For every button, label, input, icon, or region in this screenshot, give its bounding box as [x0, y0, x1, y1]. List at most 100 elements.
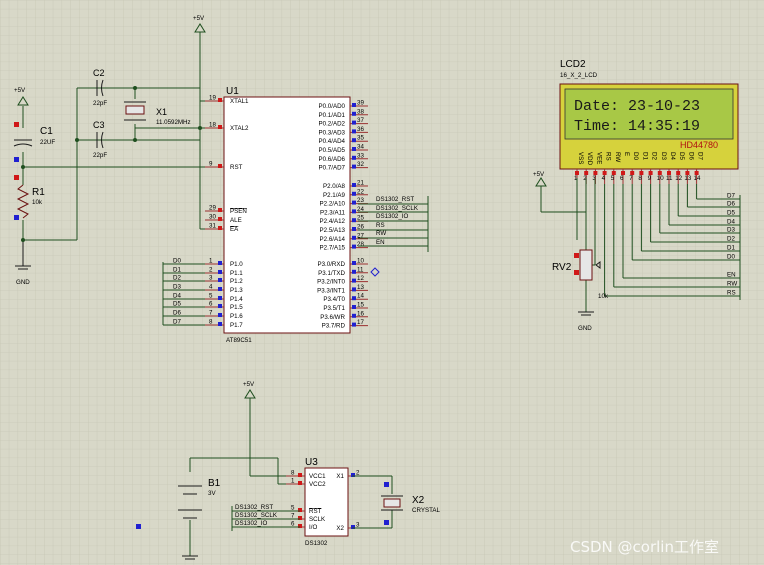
- lcd-pin-number: 7: [629, 175, 633, 182]
- u1-pin-marker: [352, 183, 356, 187]
- u1-pin-number: 2: [209, 267, 213, 274]
- u1-pin-number: 10: [357, 258, 364, 265]
- u1-pin-marker: [218, 287, 222, 291]
- lcd-pin-name: VDD: [586, 152, 593, 166]
- u1-pin-number: 36: [357, 126, 364, 133]
- net-en: EN: [376, 239, 385, 246]
- u3-net-sclk: DS1302_SCLK: [235, 512, 278, 519]
- u1-pin-name: P0.6/AD6: [319, 156, 346, 163]
- lcd-pin-marker: [676, 171, 681, 175]
- p1-net-label: D4: [173, 293, 181, 300]
- u1-pin-marker: [218, 125, 222, 129]
- lcd-pin-number: 11: [666, 175, 673, 182]
- u1-pin-number: 23: [357, 197, 364, 204]
- lcd-pin-name: RS: [605, 152, 612, 161]
- lcd-pin-marker: [694, 171, 699, 175]
- lcd-pin-number: 12: [675, 175, 682, 182]
- junction-x1-top: [133, 86, 137, 90]
- u3-pin-number: 6: [291, 521, 295, 528]
- lcd-pin-marker: [667, 171, 671, 175]
- lcd-pin-name: D2: [651, 152, 658, 160]
- u1-pin-number: 7: [209, 310, 213, 317]
- u3-pin-name: X2: [336, 525, 344, 532]
- u1-pin-name: P1.5: [230, 304, 243, 311]
- net-ds1302-io: DS1302_IO: [376, 213, 409, 220]
- u1-pin-name: P3.2/INT0: [317, 279, 345, 286]
- u1-pin-number: 3: [209, 275, 213, 282]
- u3-pin-number: 2: [356, 470, 360, 477]
- c1-value: 22UF: [40, 139, 55, 146]
- c3-value: 22pF: [93, 152, 107, 159]
- lcd-pin-marker: [584, 171, 589, 175]
- u1-pin-number: 1: [209, 258, 213, 265]
- lcd-pin-marker: [648, 171, 653, 175]
- u3-pin-number: 1: [291, 478, 295, 485]
- lcd-pin-marker: [593, 171, 598, 175]
- u1-pin-marker: [352, 313, 356, 318]
- u1-pin-marker: [352, 269, 356, 274]
- u1-pin-name: P2.1/A9: [323, 192, 346, 199]
- u1-pin-marker: [352, 296, 356, 301]
- u1-pin-marker: [352, 235, 356, 240]
- u1-pin-name: P0.4/AD4: [319, 138, 346, 145]
- r1-value: 10k: [32, 199, 43, 206]
- lcd-bus-label: D7: [727, 193, 735, 200]
- lcd-pin-marker: [630, 171, 635, 175]
- lcd-pin-marker: [639, 171, 644, 175]
- x1-value: 11.0592MHz: [156, 119, 191, 126]
- u1-pin-number: 37: [357, 117, 364, 124]
- u1-pin-marker: [352, 138, 356, 143]
- u1-part: AT89C51: [226, 337, 252, 344]
- u1-pin-name: P0.1/AD1: [319, 112, 346, 119]
- net-rs: RS: [376, 222, 385, 229]
- u3-ref: U3: [305, 457, 318, 468]
- lcd2-part: 16_X_2_LCD: [560, 72, 598, 79]
- u3-pin-name: VCC1: [309, 473, 326, 480]
- u1-pin-marker: [218, 226, 222, 230]
- u1-pin-marker: [352, 305, 356, 309]
- p1-net-label: D1: [173, 267, 181, 274]
- net-rw: RW: [376, 230, 386, 237]
- u1-pin-name: P2.3/A11: [320, 209, 346, 216]
- u1-pin-name: P3.3/INT1: [317, 287, 345, 294]
- p1-net-label: D5: [173, 301, 181, 308]
- u1-ref: U1: [226, 86, 239, 97]
- u1-pin-marker: [352, 191, 356, 196]
- u1-pin-name: P0.3/AD3: [319, 129, 346, 136]
- u1-pin-name: P3.4/T0: [323, 296, 345, 303]
- u1-pin-marker: [352, 120, 356, 125]
- watermark: CSDN @corlin工作室: [570, 538, 719, 556]
- u1-pin-number: 28: [357, 241, 364, 248]
- u1-pin-name: P1.6: [230, 313, 243, 320]
- u1-pin-name: P3.5/T1: [323, 305, 345, 312]
- lcd-pin-marker: [657, 171, 662, 175]
- lcd-pin-name: RW: [614, 152, 621, 162]
- u1-pin-marker: [352, 103, 356, 107]
- lcd-pin-number: 3: [592, 175, 596, 182]
- c2-value: 22pF: [93, 100, 107, 107]
- u1-pin-name: XTAL1: [230, 98, 249, 105]
- u1-pin-marker: [352, 261, 356, 265]
- u1-pin-marker: [218, 208, 222, 212]
- u1-pin-number: 32: [357, 161, 364, 168]
- c2-ref: C2: [93, 68, 105, 78]
- u1-pin-marker: [352, 155, 356, 160]
- lcd-pin-name: D4: [669, 152, 676, 160]
- u1-pin-number: 19: [209, 95, 216, 102]
- u1-pin-number: 15: [357, 302, 364, 309]
- u1-pin-name: XTAL2: [230, 125, 249, 132]
- u1-pin-name: P2.2/A10: [320, 201, 346, 208]
- u1-pin-name: P0.5/AD5: [319, 147, 346, 154]
- u1-pin-number: 21: [357, 180, 364, 187]
- u1-pin-marker: [352, 322, 356, 327]
- lcd-pin-number: 10: [657, 175, 664, 182]
- u3-part: DS1302: [305, 540, 328, 547]
- u1-pin-name: ALE: [230, 217, 242, 224]
- lcd-bus-label: D0: [727, 254, 735, 261]
- u3-pin-number: 8: [291, 470, 295, 477]
- lcd-bus-label: D3: [727, 227, 735, 234]
- lcd-pin-name: VSS: [577, 152, 584, 164]
- vcc-lcd-label: +5V: [533, 171, 545, 178]
- lcd-line-2: Time: 14:35:19: [574, 118, 700, 135]
- u1-pin-name: P3.1/TXD: [318, 270, 345, 277]
